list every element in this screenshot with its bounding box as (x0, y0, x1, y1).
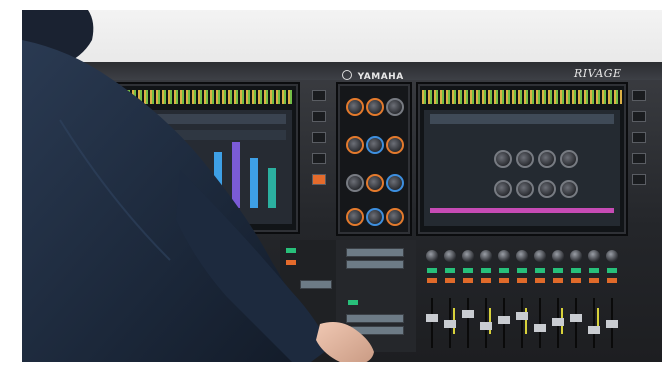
person-silhouette (22, 10, 374, 379)
image-margin-left (0, 0, 22, 379)
image-margin-bottom (0, 362, 662, 379)
hand (316, 322, 374, 365)
photo-scene: YAMAHA RIVAGE (0, 0, 662, 379)
